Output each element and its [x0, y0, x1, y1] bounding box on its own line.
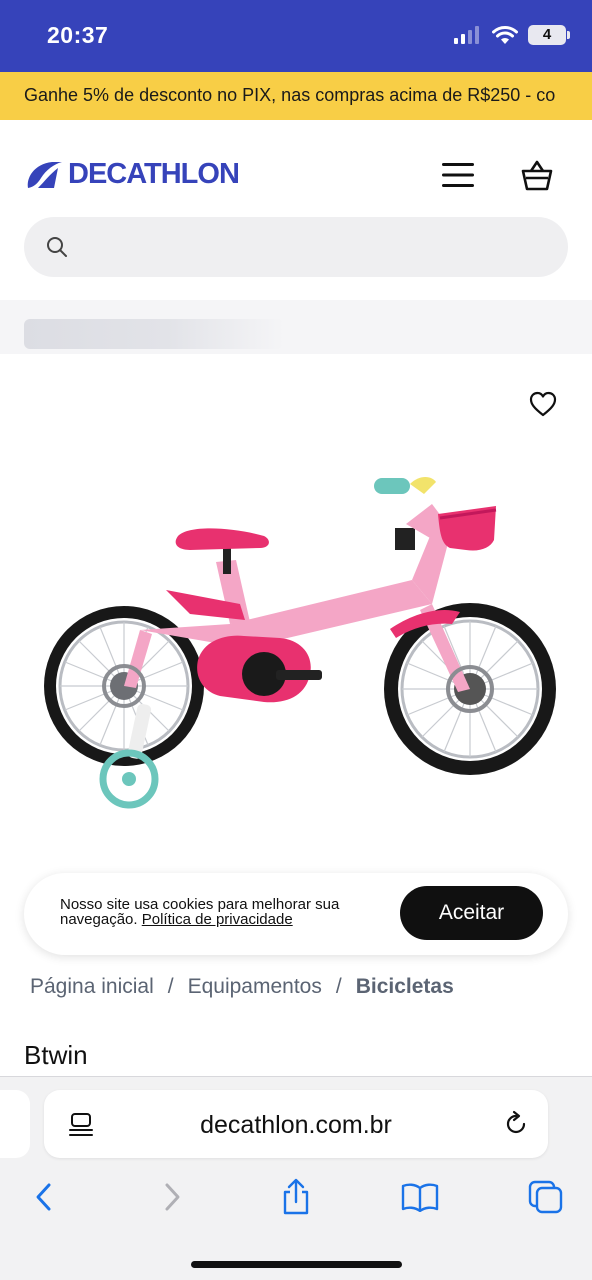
logo-text: DECATHLON — [68, 158, 240, 190]
browser-nav-row — [0, 1177, 592, 1217]
previous-tab-peek[interactable] — [0, 1090, 30, 1158]
book-icon — [401, 1183, 439, 1212]
logo-mark-icon — [27, 161, 62, 188]
promo-banner[interactable]: Ganhe 5% de desconto no PIX, nas compras… — [0, 72, 592, 120]
cookie-banner: Nosso site usa cookies para melhorar sua… — [24, 873, 568, 955]
chevron-right-icon — [165, 1183, 180, 1211]
back-button[interactable] — [24, 1177, 64, 1217]
breadcrumb-separator: / — [167, 975, 174, 998]
product-gallery[interactable] — [0, 354, 592, 874]
home-indicator[interactable] — [191, 1261, 402, 1268]
share-icon — [283, 1178, 309, 1215]
chevron-left-icon — [36, 1183, 51, 1211]
loading-skeleton — [24, 319, 284, 349]
bookmarks-button[interactable] — [400, 1177, 440, 1217]
share-button[interactable] — [276, 1177, 316, 1217]
tabs-icon — [528, 1180, 563, 1214]
reload-icon[interactable] — [502, 1110, 530, 1138]
search-input[interactable] — [24, 217, 568, 277]
battery-icon: 4 — [528, 25, 570, 45]
search-icon — [47, 237, 67, 257]
privacy-policy-link[interactable]: Política de privacidade — [142, 911, 293, 928]
breadcrumb-separator: / — [335, 975, 342, 998]
address-bar[interactable]: decathlon.com.br — [44, 1090, 548, 1158]
decathlon-logo[interactable]: DECATHLON — [24, 158, 240, 191]
product-brand[interactable]: Btwin — [24, 1040, 88, 1071]
hamburger-icon — [442, 163, 474, 187]
tabs-button[interactable] — [526, 1177, 566, 1217]
favorite-button[interactable] — [528, 390, 558, 418]
accept-cookies-button[interactable]: Aceitar — [400, 886, 543, 940]
cart-button[interactable] — [520, 158, 554, 192]
loading-band — [0, 300, 592, 354]
breadcrumb-home[interactable]: Página inicial — [30, 975, 154, 999]
status-bar: 20:37 4 — [0, 0, 592, 72]
basket-icon — [521, 160, 553, 191]
breadcrumb: Página inicial / Equipamentos / Biciclet… — [30, 975, 454, 999]
wifi-icon — [492, 25, 518, 44]
promo-text: Ganhe 5% de desconto no PIX, nas compras… — [24, 85, 556, 105]
site-header: DECATHLON — [0, 120, 592, 300]
status-icons: 4 — [454, 25, 570, 45]
url-text: decathlon.com.br — [200, 1111, 392, 1139]
status-time: 20:37 — [47, 22, 109, 48]
breadcrumb-bicicletas: Bicicletas — [355, 975, 454, 998]
browser-toolbar: decathlon.com.br — [0, 1076, 592, 1280]
breadcrumb-equipamentos[interactable]: Equipamentos — [188, 975, 322, 999]
heart-icon — [529, 391, 557, 417]
menu-button[interactable] — [440, 160, 476, 190]
forward-button[interactable] — [152, 1177, 192, 1217]
product-image-bike — [44, 477, 556, 809]
signal-icon — [454, 26, 479, 44]
cookie-message: Nosso site usa cookies para melhorar sua… — [60, 897, 390, 927]
